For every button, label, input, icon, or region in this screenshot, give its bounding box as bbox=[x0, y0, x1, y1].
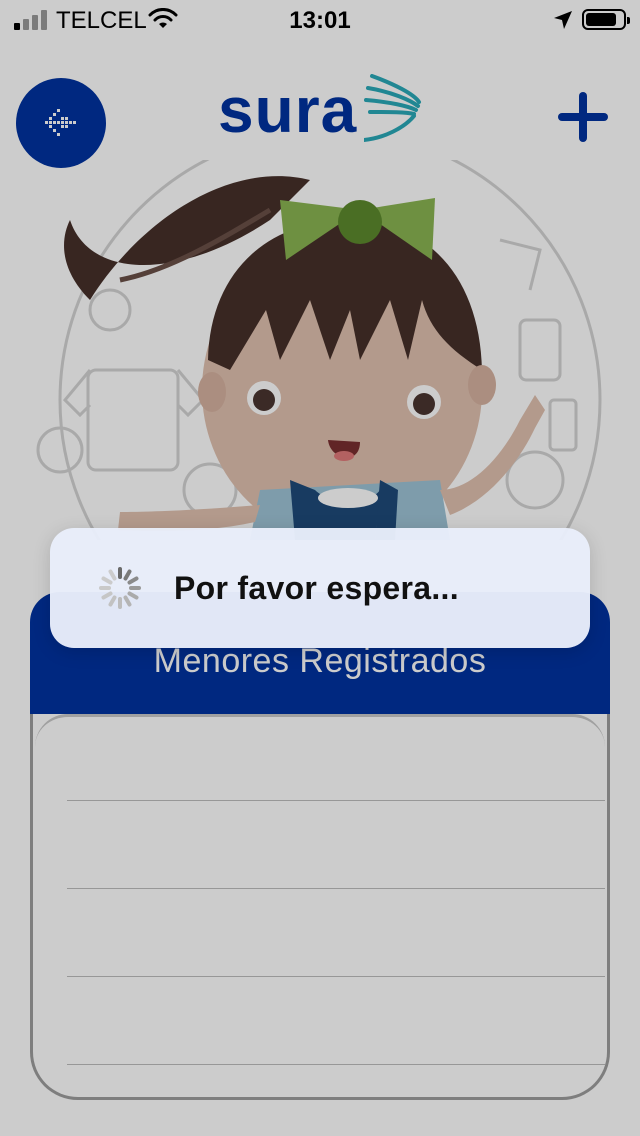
app-screen: TELCEL 13:01 sura Menores Registrados Po… bbox=[0, 0, 640, 1136]
loading-message: Por favor espera... bbox=[174, 570, 459, 606]
spinner-icon bbox=[98, 566, 142, 610]
